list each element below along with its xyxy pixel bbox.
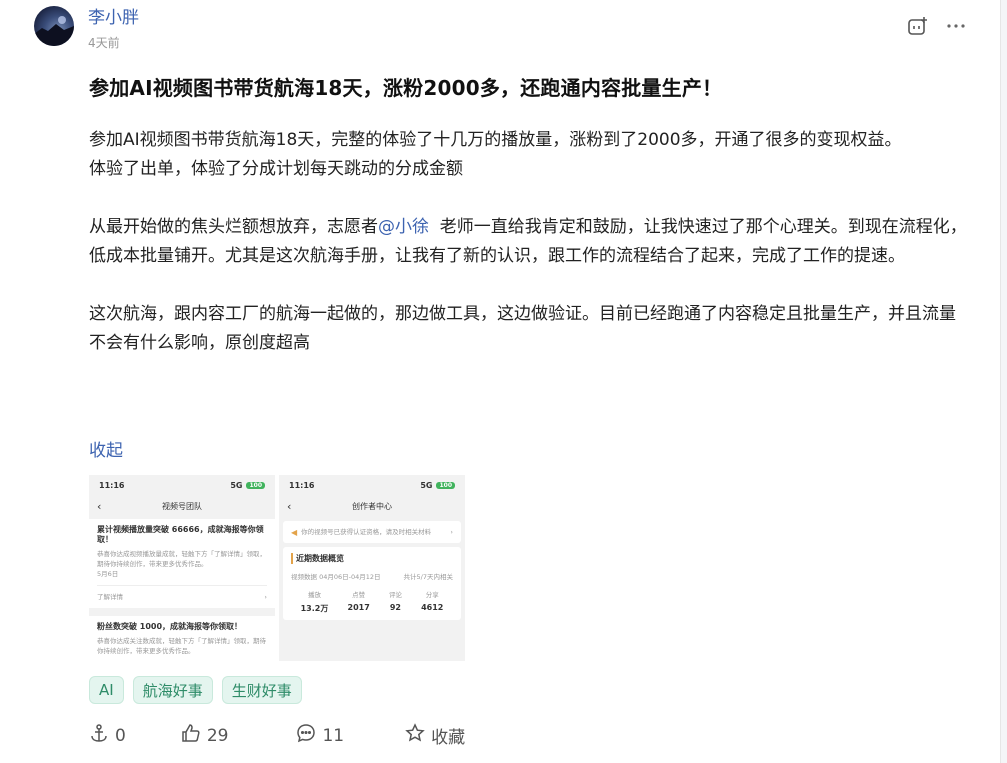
star-icon bbox=[405, 723, 425, 748]
more-icon[interactable] bbox=[944, 14, 968, 38]
avatar[interactable] bbox=[34, 6, 74, 46]
share-button[interactable]: 0 bbox=[89, 723, 126, 748]
comment-button[interactable]: 11 bbox=[296, 723, 344, 748]
comment-icon bbox=[296, 723, 316, 748]
image-thumbnail-2[interactable]: 11:16 5G 100 ‹ 创作者中心 ◀ 你的视频号已获得认证资格，请及时相关材料… bbox=[279, 475, 465, 661]
tag-hanghai[interactable]: 航海好事 bbox=[132, 676, 213, 704]
tag-ai[interactable]: AI bbox=[89, 676, 124, 704]
like-button[interactable]: 29 bbox=[181, 723, 228, 748]
tag-list: AI 航海好事 生财好事 bbox=[89, 676, 302, 704]
add-note-icon[interactable] bbox=[906, 14, 930, 38]
post-title: 参加AI视频图书带货航海18天，涨粉2000多，还跑通内容批量生产！ bbox=[89, 76, 723, 100]
author-name[interactable]: 李小胖 bbox=[88, 3, 139, 28]
collapse-link[interactable]: 收起 bbox=[89, 436, 123, 461]
tag-shengcai[interactable]: 生财好事 bbox=[221, 676, 302, 704]
post-body: 参加AI视频图书带货航海18天，完整的体验了十几万的播放量，涨粉到了2000多，… bbox=[89, 126, 969, 358]
action-bar: 0 29 11 收藏 bbox=[89, 723, 465, 748]
back-icon: ‹ bbox=[97, 499, 102, 513]
favorite-button[interactable]: 收藏 bbox=[405, 723, 465, 748]
back-icon: ‹ bbox=[287, 499, 292, 513]
mention-link[interactable]: @小徐 bbox=[378, 217, 429, 237]
paragraph: 这次航海，跟内容工厂的航海一起做的，那边做工具，这边做验证。目前已经跑通了内容稳… bbox=[89, 304, 956, 353]
thumbs-up-icon bbox=[181, 723, 201, 748]
speaker-icon: ◀ bbox=[291, 527, 298, 537]
anchor-icon bbox=[89, 723, 109, 748]
paragraph: 体验了出单，体验了分成计划每天跳动的分成金额 bbox=[89, 159, 463, 179]
post-time: 4天前 bbox=[88, 36, 120, 50]
paragraph: 从最开始做的焦头烂额想放弃，志愿者@小徐 老师一直给我肯定和鼓励，让我快速过了那… bbox=[89, 217, 967, 266]
paragraph: 参加AI视频图书带货航海18天，完整的体验了十几万的播放量，涨粉到了2000多，… bbox=[89, 130, 902, 150]
image-thumbnail-1[interactable]: 11:16 5G 100 ‹ 视频号团队 累计视频播放量突破 66666，成就海报等你… bbox=[89, 475, 275, 661]
post-card: 李小胖 4天前 参加AI视频图书带货航海18天，涨粉2000多，还跑通内容批量生… bbox=[0, 0, 1001, 763]
